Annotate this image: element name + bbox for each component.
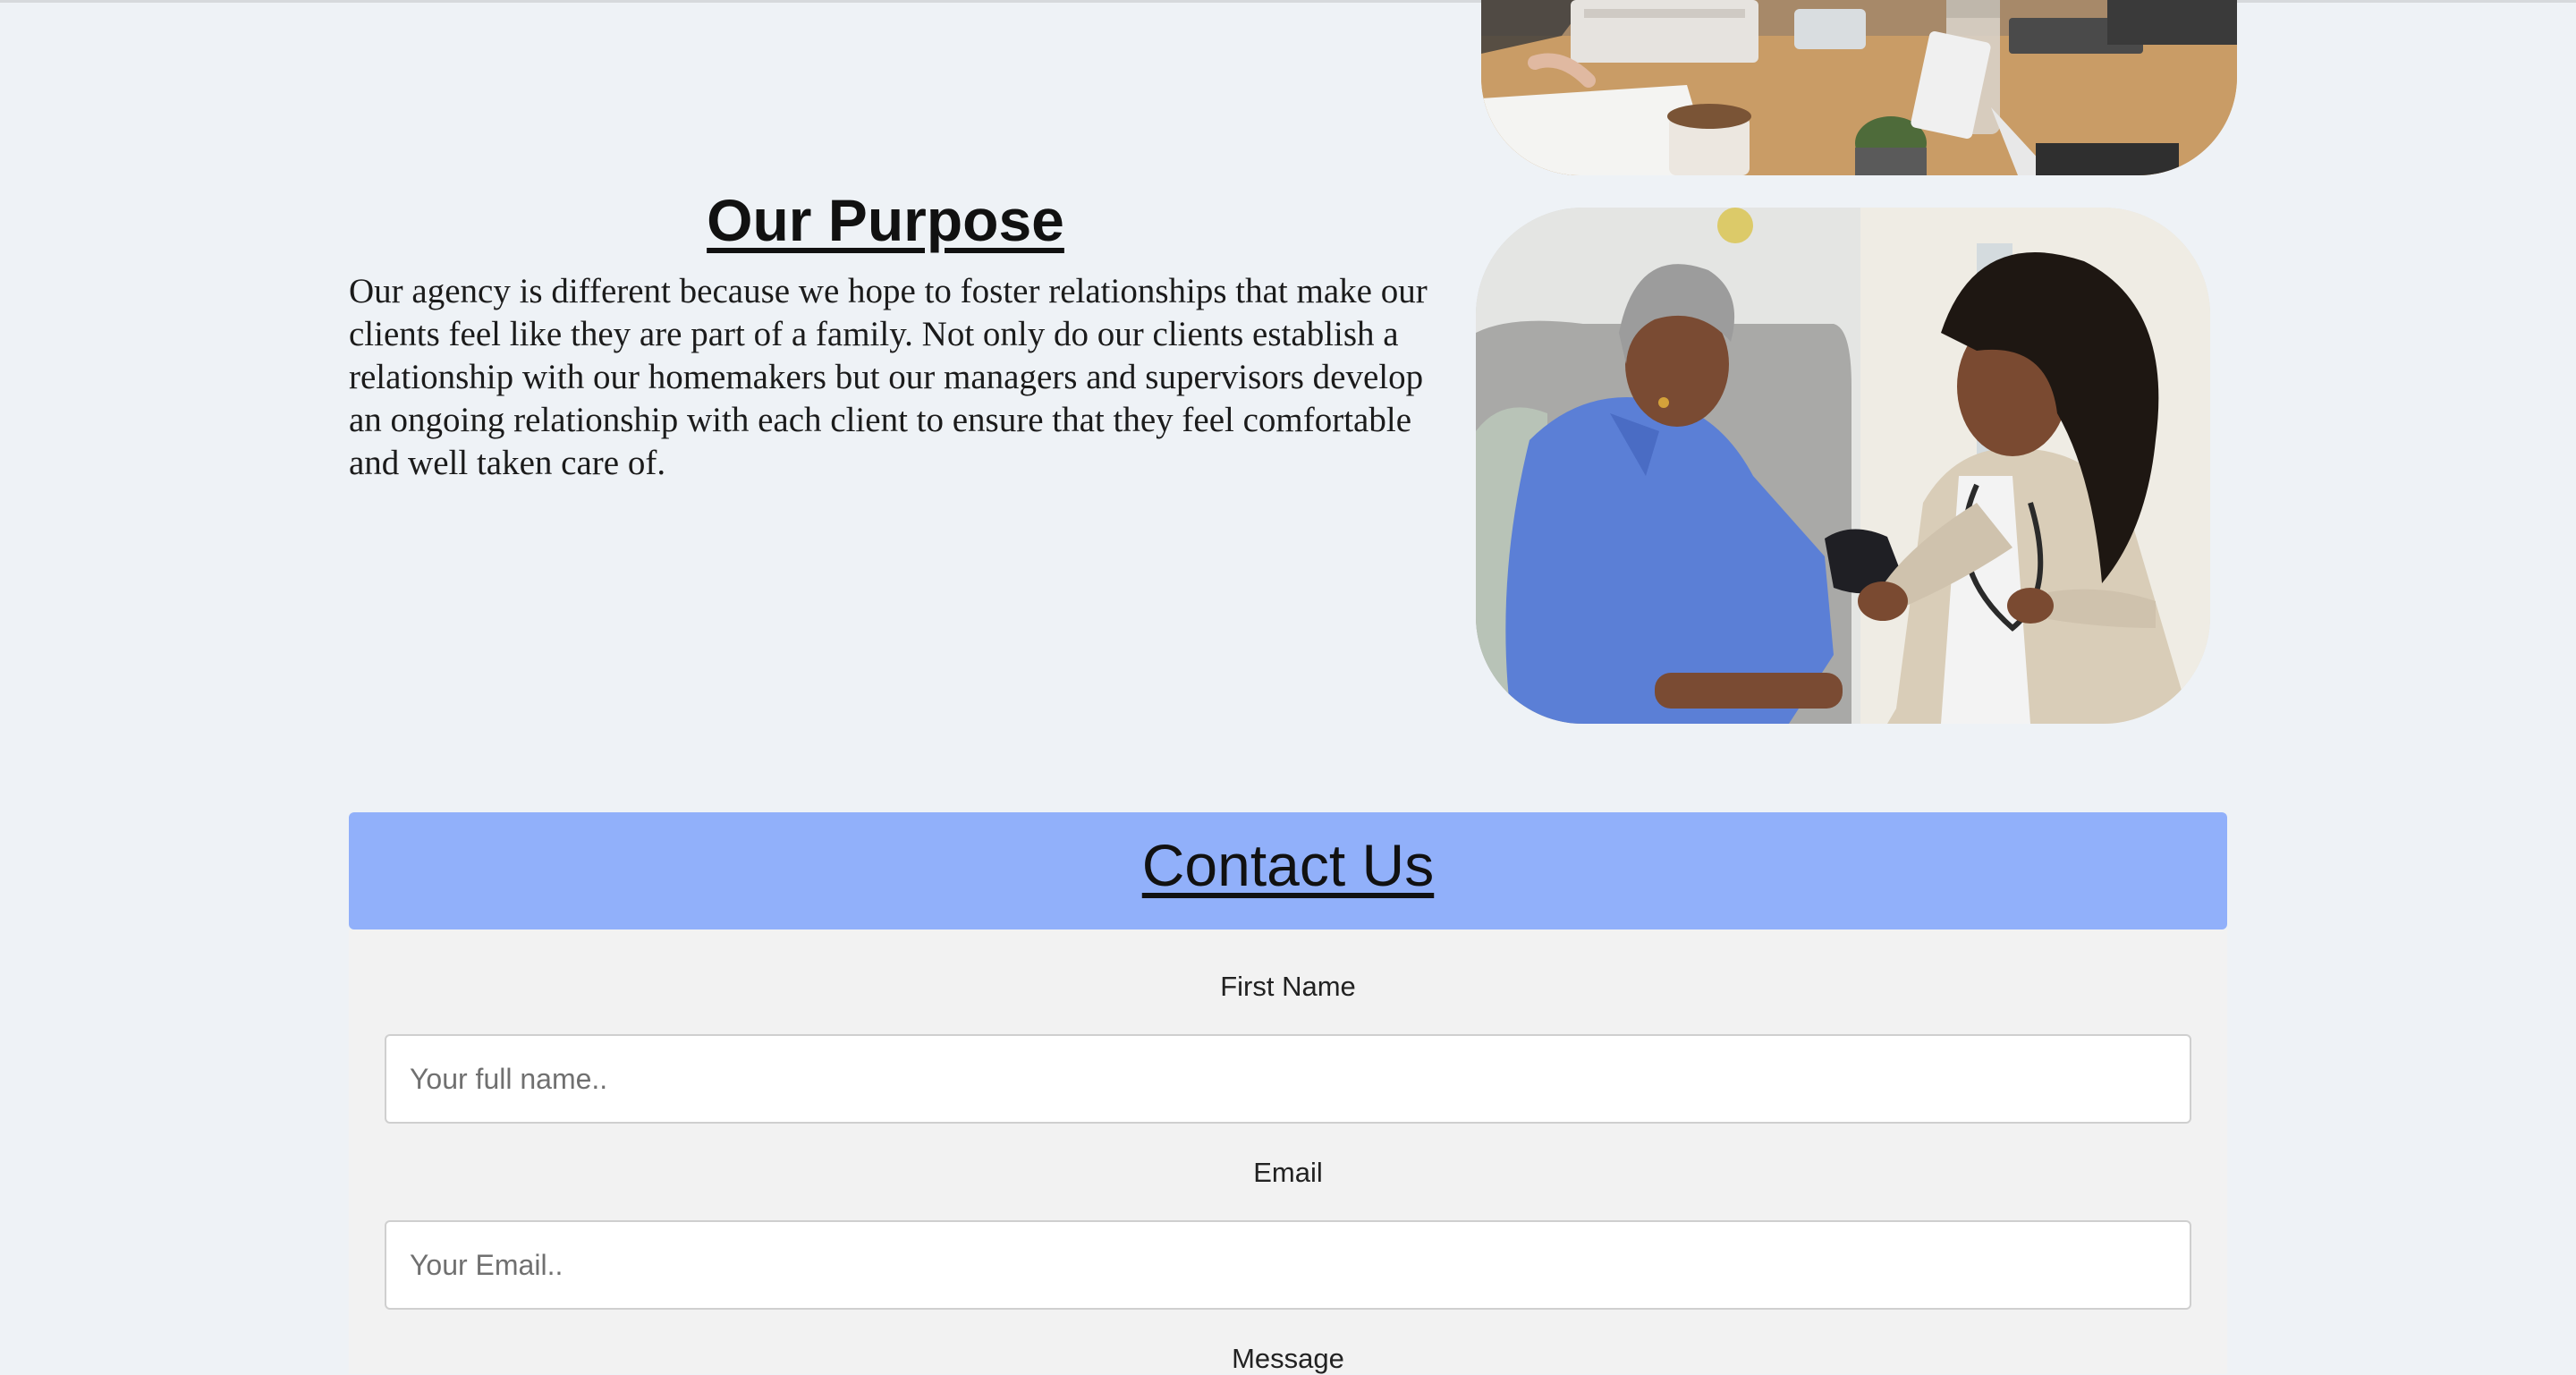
purpose-heading: Our Purpose (707, 187, 1064, 253)
first-name-label: First Name (1220, 971, 1356, 1002)
email-input[interactable] (385, 1220, 2191, 1310)
purpose-paragraph: Our agency is different because we hope … (349, 272, 1428, 482)
contact-heading: Contact Us (1141, 832, 1435, 898)
office-desk-image (1481, 0, 2237, 175)
message-label: Message (1232, 1343, 1344, 1374)
caregiver-illustration (1476, 208, 2210, 724)
email-label: Email (1253, 1157, 1323, 1188)
office-desk-illustration (1481, 0, 2237, 175)
caregiver-client-image (1476, 208, 2210, 724)
contact-header: Contact Us (349, 812, 2227, 929)
first-name-input[interactable] (385, 1034, 2191, 1124)
contact-form: First Name Email Message (349, 929, 2227, 1374)
